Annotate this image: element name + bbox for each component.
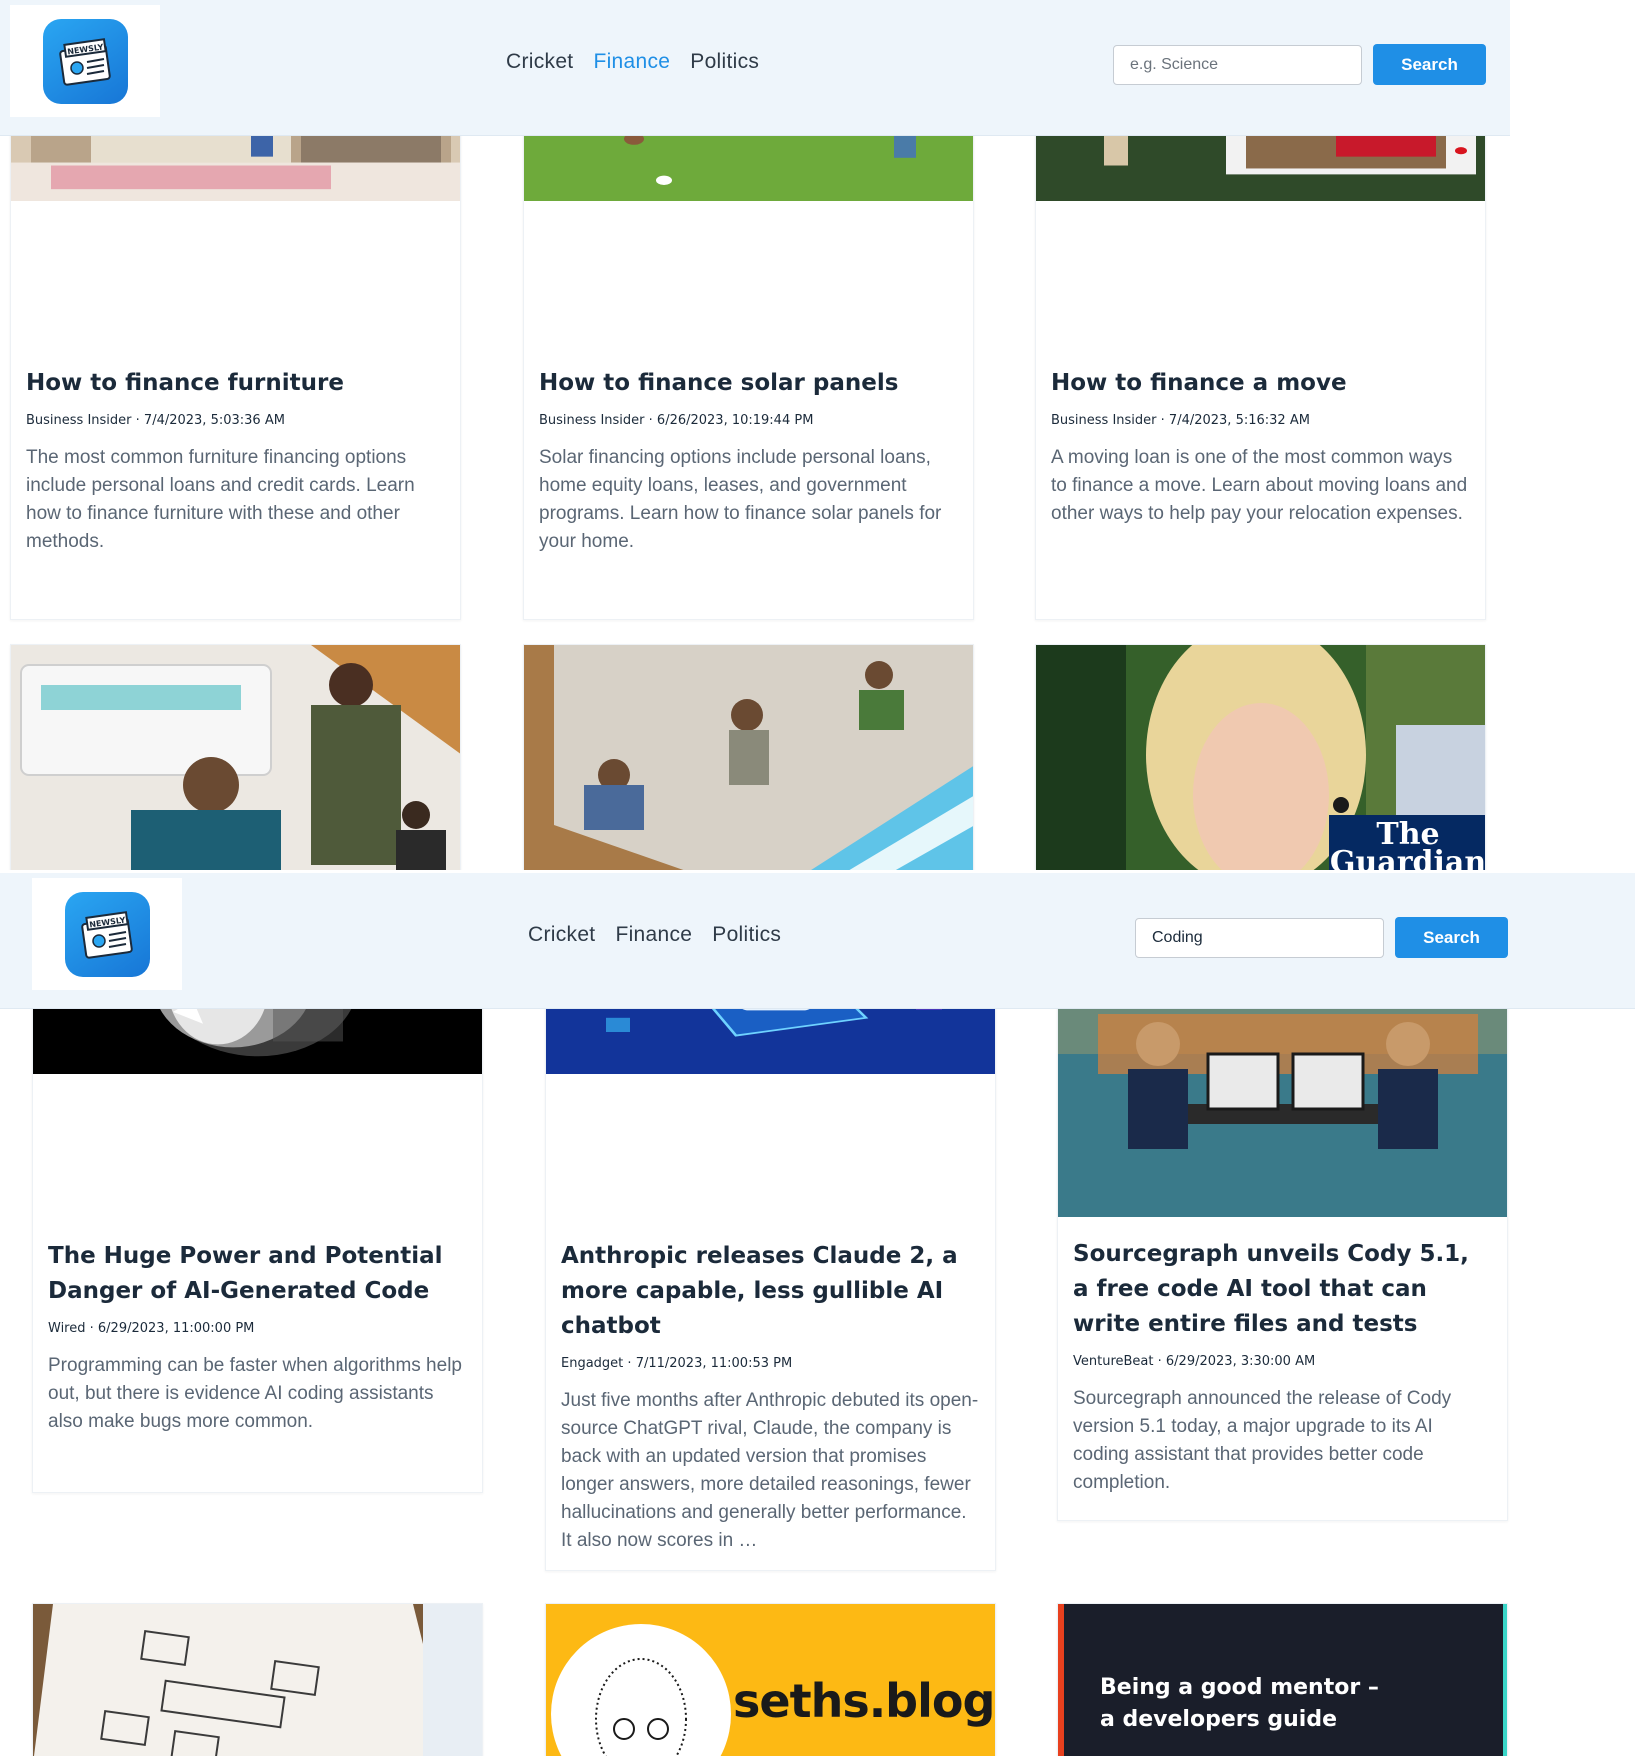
article-body: How to finance a move Business Insider ·… [1051, 366, 1470, 528]
search-button[interactable]: Search [1395, 917, 1508, 958]
article-card[interactable]: seths.blog [545, 1603, 996, 1756]
guardian-logo: The Guardian [1329, 815, 1485, 870]
article-source: Business Insider [539, 413, 645, 428]
article-card[interactable]: Being a good mentor – a developers guide [1057, 1603, 1508, 1756]
article-meta: Business Insider · 6/26/2023, 10:19:44 P… [539, 413, 814, 428]
newsly-logo[interactable]: NEWSLY [32, 878, 182, 990]
article-description: Solar financing options include personal… [539, 447, 942, 552]
article-title[interactable]: Sourcegraph unveils Cody 5.1, a free cod… [1073, 1237, 1492, 1342]
article-source: Engadget [561, 1356, 624, 1371]
article-date: 7/4/2023, 5:16:32 AM [1168, 413, 1310, 428]
article-description: The most common furniture financing opti… [26, 447, 415, 552]
article-date: 6/29/2023, 11:00:00 PM [97, 1321, 255, 1336]
nav-links: Cricket Finance Politics [506, 50, 759, 74]
article-card[interactable]: The Guardian [1035, 644, 1486, 870]
article-body: Anthropic releases Claude 2, a more capa… [561, 1239, 980, 1555]
newspaper-icon: NEWSLY [64, 891, 150, 977]
article-title[interactable]: How to finance a move [1051, 366, 1470, 401]
newspaper-icon: NEWSLY [42, 18, 128, 104]
search-results-view: NEWSLY Cricket Finance Politics Search [0, 873, 1635, 1756]
article-meta: Engadget · 7/11/2023, 11:00:53 PM [561, 1356, 793, 1371]
nav-finance[interactable]: Finance [593, 50, 670, 74]
search-input[interactable] [1135, 918, 1384, 958]
article-body: The Huge Power and Potential Danger of A… [48, 1239, 467, 1436]
finance-view: NEWSLY Cricket Finance Politics Search [0, 0, 1510, 870]
article-description: A moving loan is one of the most common … [1051, 447, 1468, 524]
nav-politics[interactable]: Politics [690, 50, 759, 74]
article-source: VentureBeat [1073, 1354, 1154, 1369]
article-meta: Business Insider · 7/4/2023, 5:03:36 AM [26, 413, 285, 428]
article-description: Just five months after Anthropic debuted… [561, 1390, 979, 1551]
nav-cricket[interactable]: Cricket [506, 50, 573, 74]
top-navbar: NEWSLY Cricket Finance Politics Search [0, 0, 1510, 136]
article-image[interactable]: seths.blog [546, 1604, 995, 1756]
article-title[interactable]: How to finance solar panels [539, 366, 958, 401]
article-meta: Wired · 6/29/2023, 11:00:00 PM [48, 1321, 255, 1336]
article-meta: Business Insider · 7/4/2023, 5:16:32 AM [1051, 413, 1310, 428]
article-card[interactable] [10, 644, 461, 870]
article-image[interactable]: Being a good mentor – a developers guide [1058, 1604, 1507, 1756]
article-body: How to finance furniture Business Inside… [26, 366, 445, 556]
article-description: Programming can be faster when algorithm… [48, 1355, 462, 1432]
article-card[interactable] [32, 1603, 483, 1756]
article-image[interactable] [33, 1604, 482, 1756]
article-source: Business Insider [1051, 413, 1157, 428]
nav-cricket[interactable]: Cricket [528, 923, 595, 947]
article-image[interactable] [11, 645, 460, 870]
top-navbar: NEWSLY Cricket Finance Politics Search [0, 873, 1635, 1009]
newsly-logo[interactable]: NEWSLY [10, 5, 160, 117]
article-date: 7/11/2023, 11:00:53 PM [635, 1356, 793, 1371]
seths-blog-logo: seths.blog [733, 1674, 995, 1728]
article-body: Sourcegraph unveils Cody 5.1, a free cod… [1073, 1237, 1492, 1497]
article-meta: VentureBeat · 6/29/2023, 3:30:00 AM [1073, 1354, 1316, 1369]
article-title[interactable]: Anthropic releases Claude 2, a more capa… [561, 1239, 980, 1344]
article-source: Business Insider [26, 413, 132, 428]
article-date: 7/4/2023, 5:03:36 AM [143, 413, 285, 428]
article-card[interactable] [523, 644, 974, 870]
search-button[interactable]: Search [1373, 44, 1486, 85]
article-image[interactable]: The Guardian [1036, 645, 1485, 870]
article-body: How to finance solar panels Business Ins… [539, 366, 958, 556]
nav-links: Cricket Finance Politics [528, 923, 781, 947]
nav-politics[interactable]: Politics [712, 923, 781, 947]
article-title[interactable]: How to finance furniture [26, 366, 445, 401]
article-image[interactable] [524, 645, 973, 870]
article-source: Wired [48, 1321, 86, 1336]
article-date: 6/29/2023, 3:30:00 AM [1165, 1354, 1316, 1369]
article-description: Sourcegraph announced the release of Cod… [1073, 1388, 1452, 1493]
search-input[interactable] [1113, 45, 1362, 85]
article-date: 6/26/2023, 10:19:44 PM [656, 413, 814, 428]
nav-finance[interactable]: Finance [615, 923, 692, 947]
mentor-image-text: Being a good mentor – a developers guide [1100, 1675, 1379, 1732]
article-title[interactable]: The Huge Power and Potential Danger of A… [48, 1239, 467, 1309]
